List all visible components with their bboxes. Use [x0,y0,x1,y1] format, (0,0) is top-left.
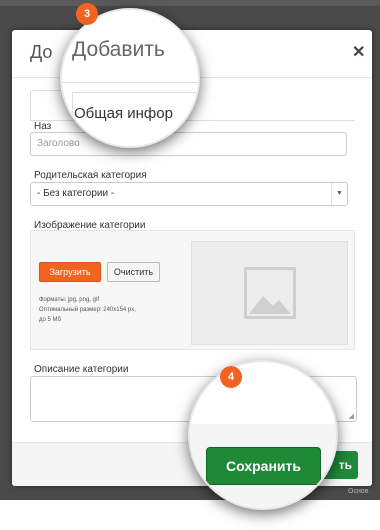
magnifier-step-4: Сохранить [188,360,338,510]
description-label: Описание категории [34,364,129,375]
step-4-badge: 4 [220,366,242,388]
zoomed-tab-label[interactable]: Общая инфор [74,105,173,122]
parent-category-select[interactable]: - Без категории - ▼ [30,182,348,206]
max-size-hint: до 5 Мб [39,317,61,323]
parent-category-value: - Без категории - [37,188,115,199]
chevron-down-icon: ▼ [331,183,347,205]
resize-grip-icon[interactable]: ◢ [349,412,354,420]
formats-hint: Форматы: jpg, png, gif [39,297,99,303]
name-label: Наз [34,121,52,132]
modal-title: До [30,42,53,62]
zoomed-header-divider [62,82,198,83]
image-preview [191,241,348,345]
close-icon[interactable]: ✕ [352,42,365,62]
upload-button[interactable]: Загрузить [39,262,101,282]
backdrop-top-strip [0,0,380,6]
save-button[interactable]: Сохранить [206,447,321,485]
zoomed-modal-title: Добавить [72,38,165,61]
backdrop-footer-text: Основ [348,488,369,495]
size-hint: Оптимальный размер: 240x154 px, [39,307,136,313]
image-placeholder-icon [244,267,296,319]
image-upload-panel: Загрузить Очистить Форматы: jpg, png, gi… [30,230,355,350]
step-3-badge: 3 [76,3,98,25]
magnifier-step-3: Добавить Общая инфор [60,8,200,148]
clear-button[interactable]: Очистить [107,262,160,282]
parent-category-label: Родительская категория [34,170,147,181]
